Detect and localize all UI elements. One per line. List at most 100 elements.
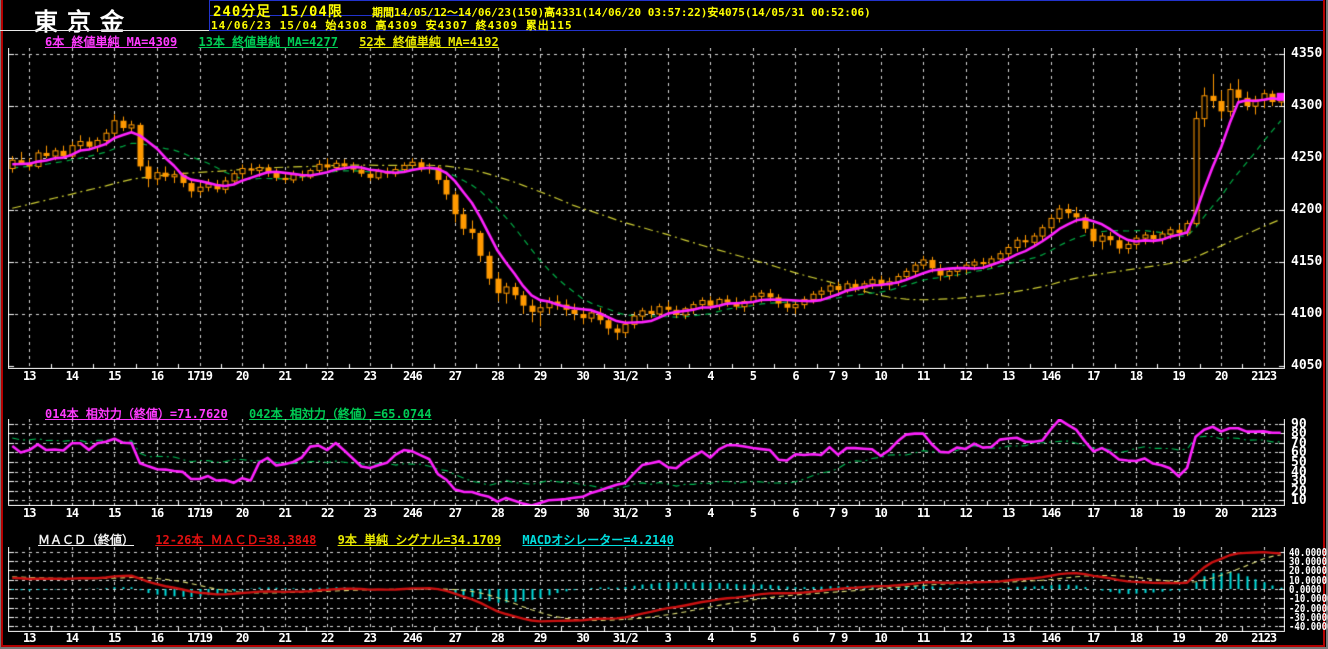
main-x-axis-labels: 13 14 15 16 1719 20 21 22 23 246 27 28 29 30 31/2 3 4 5 6 7… (8, 370, 1285, 384)
x-tick-label: 5 (749, 506, 757, 520)
x-tick-label: 31/2 (612, 631, 639, 645)
x-tick-label: 13 (23, 369, 36, 383)
x-tick-label: 16 (150, 506, 164, 520)
x-tick-label: 20 (1214, 369, 1228, 383)
x-tick-label: 23 (363, 631, 377, 645)
y-tick-label: 4050 (1291, 357, 1323, 373)
x-tick-label: 11 (916, 506, 930, 520)
infobox-border-top (209, 0, 1323, 1)
x-tick-label: 2123 (1251, 369, 1277, 383)
x-tick-label: 10 (874, 631, 887, 645)
header-underline (0, 30, 211, 31)
y-tick-label: 4100 (1291, 305, 1323, 321)
y-tick-label: 4150 (1291, 254, 1323, 270)
x-tick-label: 11 (916, 631, 930, 645)
x-tick-label: 13 (1002, 506, 1015, 520)
y-tick-label: 4350 (1291, 46, 1323, 62)
x-tick-label: 3 (664, 631, 672, 645)
oscillator-value-legend[interactable]: MACDオシレーター=4.2140 (522, 533, 673, 547)
x-tick-label: 5 (749, 369, 757, 383)
rsi-y-axis-labels: 90 80 70 60 50 40 30 20 10 (1289, 417, 1328, 509)
x-tick-label: 18 (1129, 369, 1143, 383)
x-tick-label: 146 (1041, 506, 1062, 520)
x-tick-label: 23 (363, 369, 377, 383)
x-tick-label: 21 (278, 506, 291, 520)
x-tick-label: 13 (23, 506, 36, 520)
x-tick-label: 30 (576, 506, 589, 520)
x-tick-label: 20 (1214, 631, 1228, 645)
x-tick-label: 4 (707, 631, 714, 645)
x-tick-label: 30 (576, 369, 589, 383)
x-tick-label: 27 (448, 506, 462, 520)
y-tick-label: 4300 (1291, 98, 1323, 114)
y-tick-label: 4250 (1291, 150, 1323, 166)
macd-chart-canvas[interactable] (8, 547, 1285, 632)
x-tick-label: 16 (150, 631, 164, 645)
x-tick-label: 6 (792, 369, 799, 383)
rsi-x-axis-labels: 13 14 15 16 1719 20 21 22 23 246 27 28 29 30 31/2 3 4 5 6 7… (8, 507, 1285, 521)
x-tick-label: 20 (1214, 506, 1228, 520)
x-tick-label: 7 9 (828, 369, 849, 383)
x-tick-label: 14 (65, 369, 79, 383)
macd-value-legend[interactable]: 12-26本 ＭＡＣＤ=38.3848 (155, 533, 316, 547)
rsi-chart-canvas[interactable] (8, 419, 1285, 506)
x-tick-label: 6 (792, 631, 799, 645)
trading-chart-window: 東京金 240分足 15/04限 期間14/05/12～14/06/23(150… (0, 0, 1328, 649)
x-tick-label: 27 (448, 369, 462, 383)
x-tick-label: 15 (108, 631, 121, 645)
x-tick-label: 16 (150, 369, 164, 383)
ma13-legend[interactable]: 13本 終値単純 MA=4277 (198, 35, 337, 49)
main-chart-canvas[interactable] (8, 48, 1285, 369)
x-tick-label: 10 (874, 369, 887, 383)
x-tick-label: 29 (533, 506, 547, 520)
x-tick-label: 246 (403, 631, 423, 645)
x-tick-label: 13 (23, 631, 36, 645)
x-tick-label: 2123 (1251, 506, 1277, 520)
main-y-axis-labels: 4350 4300 4250 4200 4150 4100 4050 (1289, 46, 1328, 373)
x-tick-label: 29 (533, 631, 547, 645)
x-tick-label: 5 (749, 631, 757, 645)
macd-title-legend: ＭＡＣＤ（終値） (38, 533, 135, 547)
x-tick-label: 21 (278, 369, 291, 383)
quote-info: 14/06/23 15/04 始4308 高4309 安4307 終4309 累… (211, 19, 573, 32)
x-tick-label: 1719 (187, 369, 213, 383)
x-tick-label: 19 (1172, 631, 1185, 645)
signal-value-legend[interactable]: 9本 単純 シグナル=34.1709 (338, 533, 501, 547)
x-tick-label: 7 9 (828, 506, 849, 520)
x-tick-label: 17 (1087, 506, 1100, 520)
x-tick-label: 28 (491, 631, 504, 645)
header: 東京金 240分足 15/04限 期間14/05/12～14/06/23(150… (0, 0, 1328, 36)
x-tick-label: 13 (1002, 369, 1015, 383)
x-tick-label: 22 (321, 631, 334, 645)
x-tick-label: 18 (1129, 506, 1143, 520)
y-tick-label: 4200 (1291, 202, 1323, 218)
y-tick-label: 10 (1291, 493, 1307, 509)
frame-left (1, 0, 3, 649)
x-tick-label: 146 (1041, 369, 1062, 383)
x-tick-label: 29 (533, 369, 547, 383)
x-tick-label: 22 (321, 369, 334, 383)
x-tick-label: 15 (108, 506, 121, 520)
x-tick-label: 14 (65, 506, 79, 520)
x-tick-label: 12 (959, 506, 973, 520)
x-tick-label: 20 (235, 369, 249, 383)
x-tick-label: 3 (664, 369, 672, 383)
ma52-legend[interactable]: 52本 終値単純 MA=4192 (359, 35, 498, 49)
macd-legend: ＭＡＣＤ（終値） 12-26本 ＭＡＣＤ=38.3848 9本 単純 シグナル=… (38, 531, 688, 548)
x-tick-label: 7 9 (828, 631, 849, 645)
x-tick-label: 1719 (187, 631, 213, 645)
x-tick-label: 3 (664, 506, 672, 520)
page-title: 東京金 (34, 8, 133, 36)
x-tick-label: 4 (707, 506, 714, 520)
x-tick-label: 28 (491, 506, 504, 520)
x-tick-label: 23 (363, 506, 377, 520)
x-tick-label: 4 (707, 369, 714, 383)
x-tick-label: 1719 (187, 506, 213, 520)
x-tick-label: 146 (1041, 631, 1062, 645)
x-tick-label: 27 (448, 631, 462, 645)
x-tick-label: 31/2 (612, 369, 639, 383)
ma6-legend[interactable]: 6本 終値単純 MA=4309 (45, 35, 177, 49)
x-tick-label: 12 (959, 631, 973, 645)
x-tick-label: 17 (1087, 369, 1100, 383)
x-tick-label: 14 (65, 631, 79, 645)
